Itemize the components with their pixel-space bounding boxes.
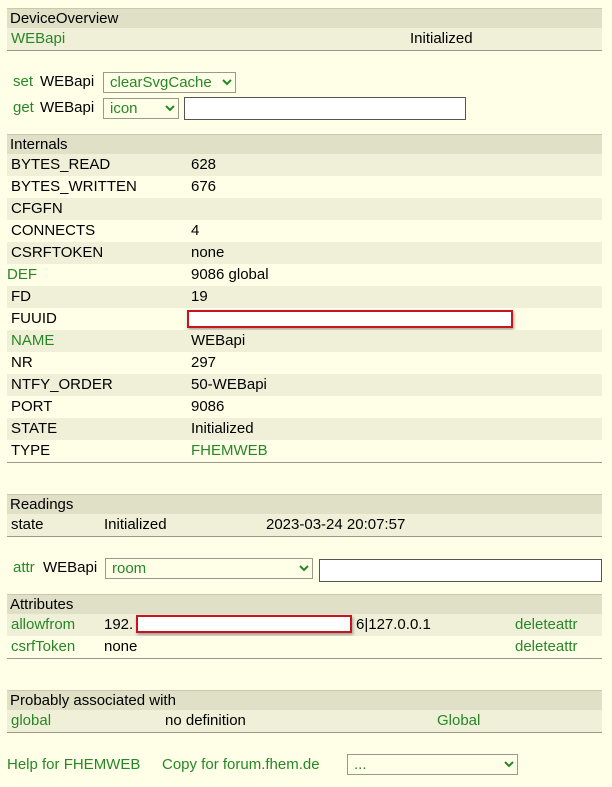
attr-value-start: 192. bbox=[104, 616, 134, 633]
attr-value-input[interactable] bbox=[319, 559, 602, 582]
internal-value: 628 bbox=[191, 156, 217, 173]
table-row: NTFY_ORDER 50-WEBapi bbox=[7, 374, 602, 396]
associated-value: no definition bbox=[165, 712, 246, 729]
attr-device: WEBapi bbox=[43, 559, 98, 576]
internal-name: CONNECTS bbox=[11, 222, 96, 239]
set-device: WEBapi bbox=[40, 73, 95, 90]
get-label[interactable]: get bbox=[13, 99, 34, 116]
copy-forum-link[interactable]: Copy for forum.fhem.de bbox=[162, 756, 320, 773]
attr-select[interactable]: room bbox=[105, 558, 313, 579]
associated-device-link[interactable]: global bbox=[11, 710, 51, 732]
deleteattr-link[interactable]: deleteattr bbox=[515, 636, 578, 658]
internal-name: BYTES_READ bbox=[11, 156, 111, 173]
set-command-select[interactable]: clearSvgCache bbox=[103, 72, 236, 93]
associated-section: Probably associated with global no defin… bbox=[7, 690, 602, 733]
reading-name: state bbox=[11, 516, 44, 533]
internal-value: 19 bbox=[191, 288, 208, 305]
internals-section: Internals BYTES_READ 628 BYTES_WRITTEN 6… bbox=[7, 134, 602, 463]
readings-header: Readings bbox=[7, 494, 602, 514]
internal-value: 676 bbox=[191, 178, 217, 195]
internal-value: 4 bbox=[191, 222, 200, 239]
device-overview-header: DeviceOverview bbox=[7, 8, 602, 28]
device-overview-row: WEBapi Initialized bbox=[7, 28, 602, 51]
get-device: WEBapi bbox=[40, 99, 95, 116]
help-link[interactable]: Help for FHEMWEB bbox=[7, 756, 140, 773]
redacted-allowfrom bbox=[136, 615, 352, 633]
internals-table: BYTES_READ 628 BYTES_WRITTEN 676 CFGFN C… bbox=[7, 154, 602, 463]
internal-value: 297 bbox=[191, 354, 217, 371]
internal-name: STATE bbox=[11, 420, 58, 437]
attr-value-end: 6|127.0.0.1 bbox=[356, 616, 431, 633]
attributes-table: allowfrom 192. 6|127.0.0.1 deleteattr cs… bbox=[7, 614, 602, 659]
set-label[interactable]: set bbox=[13, 73, 33, 90]
internal-name: PORT bbox=[11, 398, 53, 415]
reading-timestamp: 2023-03-24 20:07:57 bbox=[266, 516, 406, 533]
internal-value: Initialized bbox=[191, 420, 254, 437]
attr-name-link[interactable]: csrfToken bbox=[11, 636, 75, 658]
get-command: get WEBapi icon bbox=[13, 97, 473, 123]
internal-name-link-def[interactable]: DEF bbox=[7, 264, 37, 286]
table-row: FD 19 bbox=[7, 286, 602, 308]
redacted-fuuid bbox=[187, 310, 513, 328]
internal-name: CFGFN bbox=[11, 200, 63, 217]
attributes-section: Attributes allowfrom 192. 6|127.0.0.1 de… bbox=[7, 594, 602, 659]
table-row: STATE Initialized bbox=[7, 418, 602, 440]
attr-name-link[interactable]: allowfrom bbox=[11, 614, 75, 636]
internal-value: 9086 global bbox=[191, 266, 269, 283]
footer: Help for FHEMWEB Copy for forum.fhem.de … bbox=[7, 753, 527, 777]
device-state: Initialized bbox=[410, 30, 473, 47]
table-row: CFGFN bbox=[7, 198, 602, 220]
readings-section: Readings state Initialized 2023-03-24 20… bbox=[7, 494, 602, 537]
table-row: csrfToken none deleteattr bbox=[7, 636, 602, 658]
internal-value: 9086 bbox=[191, 398, 225, 415]
table-row: NR 297 bbox=[7, 352, 602, 374]
internal-name: CSRFTOKEN bbox=[11, 244, 104, 261]
footer-select[interactable]: ... bbox=[347, 754, 518, 775]
device-overview: DeviceOverview WEBapi Initialized bbox=[7, 8, 602, 51]
table-row: BYTES_READ 628 bbox=[7, 154, 602, 176]
associated-type: Global bbox=[437, 712, 481, 729]
internal-name: TYPE bbox=[11, 442, 51, 459]
internal-value: 50-WEBapi bbox=[191, 376, 267, 393]
internal-value: none bbox=[191, 244, 225, 261]
attributes-header: Attributes bbox=[7, 594, 602, 614]
internal-value: WEBapi bbox=[191, 332, 246, 349]
internals-header: Internals bbox=[7, 134, 602, 154]
table-row: CONNECTS 4 bbox=[7, 220, 602, 242]
table-row: CSRFTOKEN none bbox=[7, 242, 602, 264]
table-row: PORT 9086 bbox=[7, 396, 602, 418]
deleteattr-link[interactable]: deleteattr bbox=[515, 614, 578, 636]
table-row: NAME WEBapi bbox=[7, 330, 602, 352]
table-row: state Initialized 2023-03-24 20:07:57 bbox=[7, 514, 602, 537]
attr-value: none bbox=[104, 638, 138, 655]
table-row: DEF 9086 global bbox=[7, 264, 602, 286]
get-value-input[interactable] bbox=[184, 97, 466, 120]
associated-header: Probably associated with bbox=[7, 690, 602, 710]
attr-command: attr WEBapi room bbox=[13, 557, 603, 583]
table-row: FUUID bbox=[7, 308, 602, 330]
table-row: allowfrom 192. 6|127.0.0.1 deleteattr bbox=[7, 614, 602, 636]
type-link[interactable]: FHEMWEB bbox=[191, 440, 268, 462]
attr-label[interactable]: attr bbox=[13, 559, 35, 576]
internal-name: FUUID bbox=[11, 310, 57, 327]
table-row: TYPE FHEMWEB bbox=[7, 440, 602, 462]
reading-value: Initialized bbox=[104, 516, 167, 533]
get-command-select[interactable]: icon bbox=[103, 98, 179, 119]
internal-name-link-name[interactable]: NAME bbox=[11, 330, 54, 352]
internal-name: FD bbox=[11, 288, 31, 305]
internal-name: NR bbox=[11, 354, 33, 371]
set-command: set WEBapi clearSvgCache bbox=[13, 72, 413, 94]
internal-name: BYTES_WRITTEN bbox=[11, 178, 137, 195]
table-row: global no definition Global bbox=[7, 710, 602, 733]
device-name-link[interactable]: WEBapi bbox=[11, 28, 65, 50]
internal-name: NTFY_ORDER bbox=[11, 376, 113, 393]
table-row: BYTES_WRITTEN 676 bbox=[7, 176, 602, 198]
